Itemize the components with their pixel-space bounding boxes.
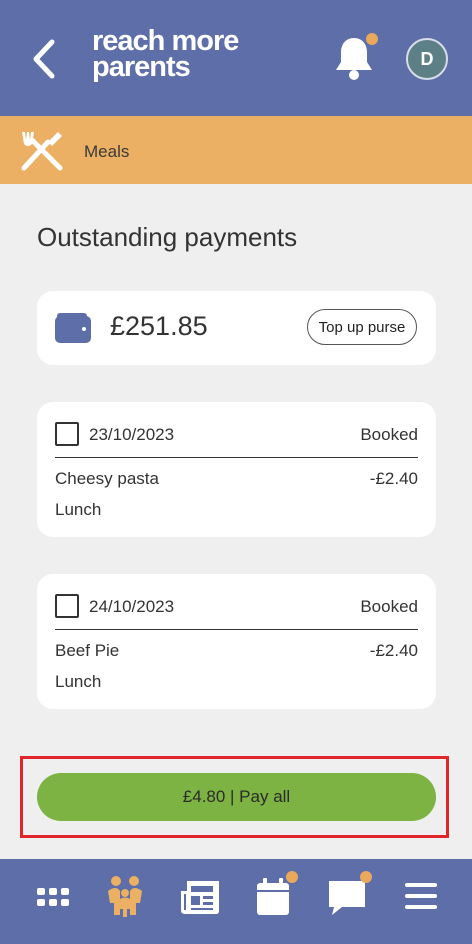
pay-all-button[interactable]: £4.80 | Pay all <box>37 773 436 821</box>
order-date: 24/10/2023 <box>89 597 175 616</box>
order-checkbox[interactable] <box>55 422 79 446</box>
section-bar <box>0 116 472 184</box>
order-card: 23/10/2023 Booked Cheesy pasta -£2.40 Lu… <box>37 402 436 537</box>
order-card: 24/10/2023 Booked Beef Pie -£2.40 Lunch <box>37 574 436 709</box>
cutlery-icon <box>21 132 63 171</box>
order-checkbox[interactable] <box>55 594 79 618</box>
grid-icon[interactable] <box>28 871 78 921</box>
order-item-price: -£2.40 <box>369 469 418 488</box>
order-meal-type: Lunch <box>55 672 102 691</box>
section-label: Meals <box>84 142 130 161</box>
order-status: Booked <box>360 425 418 444</box>
order-date: 23/10/2023 <box>89 425 175 444</box>
logo-line-2: parents <box>92 51 191 83</box>
order-item-price: -£2.40 <box>369 641 418 660</box>
top-up-purse-button[interactable]: Top up purse <box>307 309 417 345</box>
family-icon[interactable] <box>100 871 150 921</box>
purse-balance: £251.85 <box>110 311 208 341</box>
divider <box>55 457 418 458</box>
calendar-notification-dot <box>286 871 298 883</box>
page-title: Outstanding payments <box>37 222 298 252</box>
wallet-card: £251.85 Top up purse <box>37 291 436 365</box>
newspaper-icon[interactable] <box>175 871 225 921</box>
app-logo: reach more parents <box>92 27 239 83</box>
order-item-name: Cheesy pasta <box>55 469 159 488</box>
avatar[interactable]: D <box>406 38 448 80</box>
order-meal-type: Lunch <box>55 500 102 519</box>
chat-notification-dot <box>360 871 372 883</box>
order-status: Booked <box>360 597 418 616</box>
notification-dot <box>366 33 378 45</box>
divider <box>55 629 418 630</box>
order-item-name: Beef Pie <box>55 641 120 660</box>
back-chevron-icon[interactable] <box>30 38 60 80</box>
wallet-icon <box>55 313 91 343</box>
menu-icon[interactable] <box>396 871 446 921</box>
